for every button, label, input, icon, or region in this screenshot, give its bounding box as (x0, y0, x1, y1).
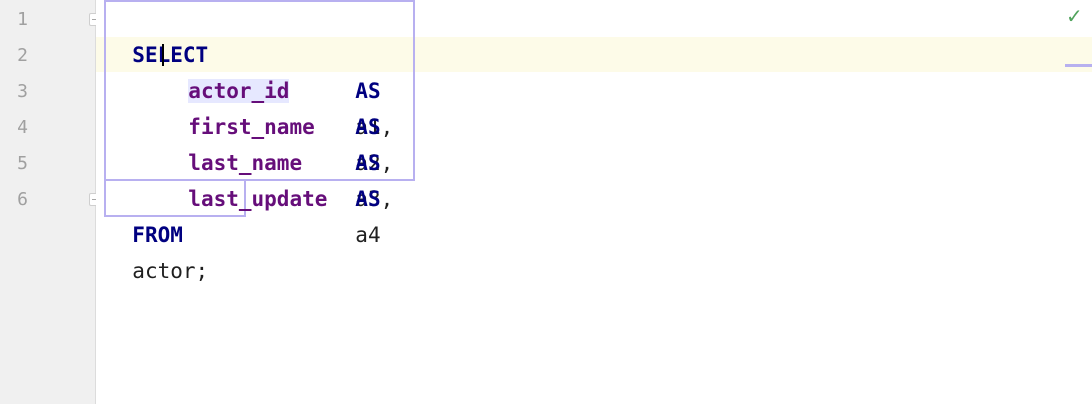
text-caret (162, 44, 164, 66)
table-name-actor: actor (132, 259, 196, 283)
code-line-2-alias[interactable]: AS a1, (330, 37, 393, 139)
code-line-4[interactable]: last_name (163, 109, 302, 175)
code-line-5[interactable]: last_update (163, 145, 327, 211)
column-alias-a4: a4 (355, 223, 381, 247)
line-number: 3 (17, 81, 28, 102)
statement-terminator: ; (195, 259, 209, 283)
check-icon: ✓ (1066, 4, 1083, 28)
code-line-4-alias[interactable]: AS a3, (330, 109, 393, 211)
line-number: 4 (17, 117, 28, 138)
code-line-3[interactable]: first_name (163, 73, 314, 139)
line-number: 2 (17, 45, 28, 66)
line-number: 1 (17, 9, 28, 30)
line-number: 5 (17, 153, 28, 174)
sql-keyword-from: FROM (132, 223, 183, 247)
scroll-marker[interactable] (1065, 64, 1092, 67)
code-line-1[interactable]: SELECT (107, 1, 208, 67)
line-number: 6 (17, 189, 28, 210)
alias-keyword-as: AS (355, 187, 381, 211)
code-line-6[interactable]: FROM actor; (107, 181, 208, 283)
code-line-3-alias[interactable]: AS a2, (330, 73, 393, 175)
line-number-gutter: 1 2 3 4 5 6 (0, 0, 100, 404)
code-line-2[interactable]: actor_id (163, 37, 290, 103)
column-last-update: last_update (188, 187, 328, 211)
code-line-5-alias[interactable]: AS a4 (330, 145, 380, 247)
